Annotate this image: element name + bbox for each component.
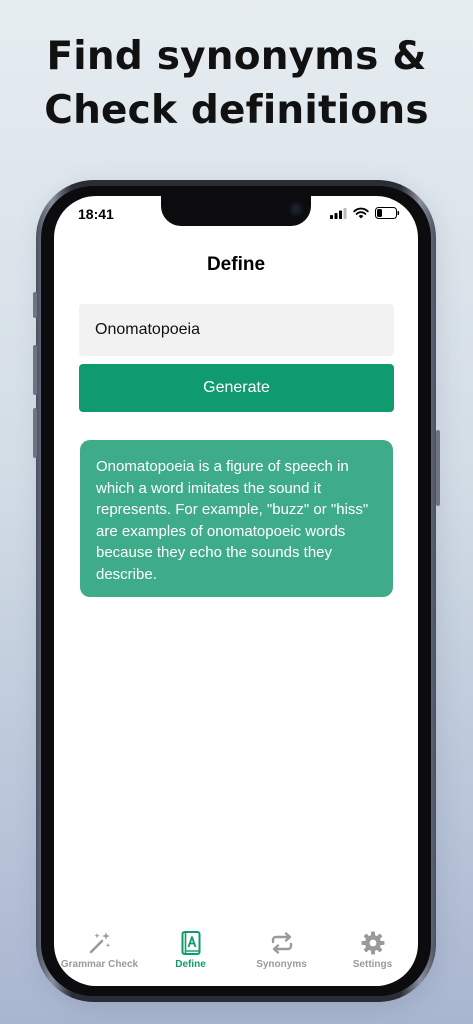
- promo-headline-line-2: Check definitions: [44, 88, 429, 133]
- status-time: 18:41: [78, 206, 114, 222]
- phone-volume-up: [33, 345, 37, 395]
- tab-label-grammar-check: Grammar Check: [60, 959, 139, 970]
- battery-icon: [375, 207, 400, 219]
- status-icons: [330, 207, 400, 219]
- tab-define[interactable]: Define: [145, 930, 236, 970]
- wifi-icon: [353, 207, 369, 219]
- phone-silent-switch: [33, 292, 37, 318]
- cellular-signal-icon: [330, 207, 347, 219]
- word-input[interactable]: [79, 304, 394, 356]
- definition-result-text: Onomatopoeia is a figure of speech in wh…: [96, 458, 369, 583]
- notch: [161, 196, 311, 226]
- front-camera: [289, 202, 303, 216]
- tab-settings[interactable]: Settings: [327, 930, 418, 970]
- generate-button[interactable]: Generate: [79, 364, 394, 412]
- page-title: Define: [206, 254, 266, 275]
- tab-label-define: Define: [175, 959, 206, 970]
- gear-icon: [360, 930, 386, 956]
- tab-label-synonyms: Synonyms: [256, 959, 307, 970]
- tab-label-settings: Settings: [352, 959, 393, 970]
- dictionary-icon: [178, 930, 204, 956]
- tab-synonyms[interactable]: Synonyms: [236, 930, 327, 970]
- promo-headline: Find synonyms & Check definitions: [0, 30, 473, 138]
- phone-screen: 18:41 Define Generate Onomatopoeia is a …: [54, 196, 418, 986]
- tab-grammar-check[interactable]: Grammar Check: [54, 930, 145, 970]
- phone-volume-down: [33, 408, 37, 458]
- repeat-arrows-icon: [269, 930, 295, 956]
- phone-power-button: [436, 430, 440, 506]
- tab-bar: Grammar Check Define Synonyms Settings: [54, 922, 418, 986]
- definition-result-card: Onomatopoeia is a figure of speech in wh…: [80, 440, 393, 597]
- magic-wand-icon: [87, 930, 113, 956]
- promo-headline-line-1: Find synonyms &: [46, 34, 427, 79]
